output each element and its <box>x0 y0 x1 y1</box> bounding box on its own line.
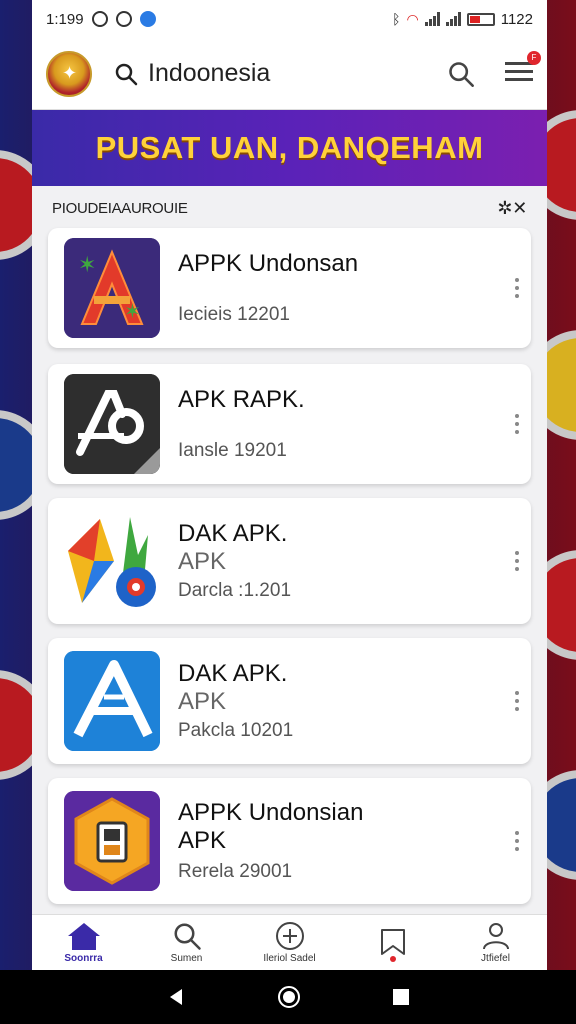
nav-label: Sumen <box>170 953 203 964</box>
close-icon[interactable]: ✲✕ <box>497 198 527 219</box>
battery-icon <box>466 12 495 26</box>
app-subtitle: APK <box>178 688 227 715</box>
app-meta: Pakcla 10201 <box>178 720 294 741</box>
bottom-navigation: Soonrra Sumen Ileriol Sadel Jtfiefel <box>32 914 547 970</box>
app-meta: Darcla :1.201 <box>178 580 292 601</box>
nav-label: Ileriol Sadel <box>263 953 316 964</box>
more-options-icon[interactable] <box>515 551 519 571</box>
nav-profile[interactable]: Jtfiefel <box>444 915 547 970</box>
section-header: PIOUDEIAAUROUIE ✲✕ <box>32 186 547 230</box>
signal-icon <box>424 12 440 26</box>
wifi-icon: ◠ <box>406 10 419 27</box>
app-title: DAK APK. <box>178 520 288 547</box>
colorful-shapes-icon <box>64 511 160 611</box>
app-subtitle: APK <box>178 548 227 575</box>
app-title: DAK APK. <box>178 660 288 687</box>
svg-text:✶: ✶ <box>124 299 141 323</box>
notification-badge: F <box>527 51 541 65</box>
app-subtitle: APK <box>178 827 227 854</box>
more-options-icon[interactable] <box>515 831 519 851</box>
top-app-bar: Indoonesia F <box>32 38 547 110</box>
app-meta: Rerela 29001 <box>178 861 293 882</box>
blue-a-icon <box>64 651 160 751</box>
app-card[interactable]: APK RAPK. Iansle 19201 <box>48 364 531 484</box>
banner-title: PUSAT UAN, DANQEHAM <box>95 130 484 165</box>
home-button-icon[interactable] <box>277 985 301 1009</box>
recents-icon[interactable] <box>392 988 410 1006</box>
status-time: 1:199 <box>46 10 84 28</box>
home-icon <box>67 923 100 950</box>
promo-banner[interactable]: PUSAT UAN, DANQEHAM <box>32 110 547 186</box>
menu-button[interactable]: F <box>505 51 541 88</box>
app-meta: Iecieis 12201 <box>178 304 290 325</box>
back-icon[interactable] <box>166 987 186 1007</box>
nav-bookmarks[interactable] <box>341 915 444 970</box>
more-options-icon[interactable] <box>515 278 519 298</box>
app-title: APPK Undonsan <box>178 250 359 277</box>
red-a-cannabis-icon: ✶ ✶ <box>64 238 160 338</box>
app-card[interactable]: DAK APK. APK Pakcla 10201 <box>48 638 531 764</box>
section-title: PIOUDEIAAUROUIE <box>52 199 188 217</box>
app-list-section: PIOUDEIAAUROUIE ✲✕ ✶ ✶ APPK Undonsan Iec… <box>32 186 547 914</box>
emblem-logo <box>46 50 92 97</box>
app-card[interactable]: DAK APK. APK Darcla :1.201 <box>48 498 531 624</box>
add-circle-icon <box>275 922 304 950</box>
bluetooth-icon: ᛒ <box>392 11 401 27</box>
search-icon <box>115 63 138 85</box>
hexagon-device-icon <box>64 791 160 891</box>
ap-logo-icon <box>64 374 160 474</box>
nav-home[interactable]: Soonrra <box>32 915 135 970</box>
notification-dot <box>389 956 396 962</box>
svg-text:✶: ✶ <box>78 253 96 278</box>
app-card[interactable]: ✶ ✶ APPK Undonsan Iecieis 12201 <box>48 228 531 348</box>
signal-icon-2 <box>445 12 461 26</box>
search-icon <box>174 923 201 950</box>
app-title: APPK Undonsian <box>178 799 364 826</box>
status-bar: 1:199 ᛒ ◠ 1122 <box>32 0 547 38</box>
nav-search[interactable]: Sumen <box>135 915 238 970</box>
bookmark-icon <box>380 928 405 955</box>
app-card[interactable]: APPK Undonsian APK Rerela 29001 <box>48 778 531 904</box>
search-button[interactable] <box>447 60 475 88</box>
shield-icon <box>139 11 156 27</box>
nav-label: Soonrra <box>64 953 103 964</box>
battery-text: 1122 <box>500 10 533 28</box>
nav-label: Jtfiefel <box>481 953 510 964</box>
profile-icon <box>482 923 509 950</box>
system-navigation-bar <box>0 970 576 1024</box>
more-options-icon[interactable] <box>515 691 519 711</box>
clock-icon <box>91 11 108 27</box>
nav-add[interactable]: Ileriol Sadel <box>238 915 341 970</box>
search-field[interactable]: Indoonesia <box>114 59 270 88</box>
speed-icon <box>115 11 132 27</box>
more-options-icon[interactable] <box>515 414 519 434</box>
app-title: APK RAPK. <box>178 386 305 413</box>
phone-screen: 1:199 ᛒ ◠ 1122 Indoonesia <box>0 0 576 1024</box>
app-meta: Iansle 19201 <box>178 440 287 461</box>
search-query: Indoonesia <box>148 59 271 87</box>
